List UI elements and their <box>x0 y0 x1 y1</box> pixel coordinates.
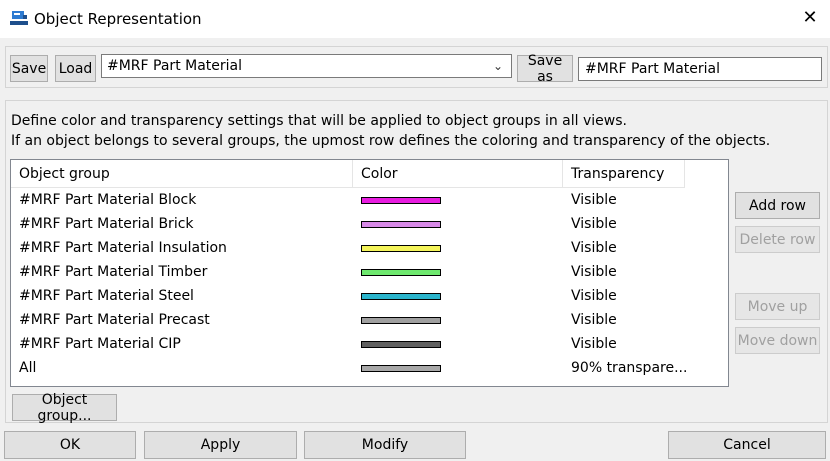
cancel-button[interactable]: Cancel <box>668 431 826 459</box>
color-swatch[interactable] <box>361 317 441 324</box>
add-row-button[interactable]: Add row <box>735 192 820 219</box>
object-group-button[interactable]: Object group... <box>12 392 117 424</box>
description-line-1: Define color and transparency settings t… <box>11 113 627 129</box>
chevron-down-icon[interactable]: ⌄ <box>491 55 505 77</box>
save-button[interactable]: Save <box>10 55 48 82</box>
load-button[interactable]: Load <box>55 55 96 82</box>
column-header-color[interactable]: Color <box>353 160 563 188</box>
move-up-button[interactable]: Move up <box>735 293 820 320</box>
transparency-cell[interactable]: Visible <box>571 284 617 308</box>
table-row[interactable]: #MRF Part Material Block Visible <box>11 188 728 212</box>
color-swatch[interactable] <box>361 293 441 300</box>
object-group-table[interactable]: Object group Color Transparency #MRF Par… <box>10 159 729 387</box>
delete-row-button[interactable]: Delete row <box>735 226 820 253</box>
table-row[interactable]: #MRF Part Material Brick Visible <box>11 212 728 236</box>
settings-combo-value: #MRF Part Material <box>107 58 243 74</box>
color-swatch[interactable] <box>361 245 441 252</box>
settings-combo[interactable]: #MRF Part Material ⌄ <box>101 54 512 78</box>
color-swatch[interactable] <box>361 221 441 228</box>
color-swatch[interactable] <box>361 341 441 348</box>
object-group-cell: #MRF Part Material CIP <box>19 336 181 352</box>
column-header-transparency[interactable]: Transparency <box>563 160 685 188</box>
table-row[interactable]: All 90% transpare... <box>11 356 728 380</box>
table-row[interactable]: #MRF Part Material CIP Visible <box>11 332 728 356</box>
table-row[interactable]: #MRF Part Material Timber Visible <box>11 260 728 284</box>
save-as-button[interactable]: Save as <box>517 53 573 85</box>
object-group-cell: #MRF Part Material Block <box>19 192 197 208</box>
transparency-cell[interactable]: Visible <box>571 260 617 284</box>
object-group-cell: #MRF Part Material Insulation <box>19 240 227 256</box>
transparency-cell[interactable]: Visible <box>571 308 617 332</box>
app-logo-icon <box>10 10 28 26</box>
transparency-cell[interactable]: Visible <box>571 332 617 356</box>
object-group-cell: #MRF Part Material Precast <box>19 312 210 328</box>
description-line-2: If an object belongs to several groups, … <box>11 133 771 149</box>
transparency-cell[interactable]: Visible <box>571 236 617 260</box>
close-icon[interactable]: ✕ <box>800 8 820 28</box>
save-as-field[interactable]: #MRF Part Material <box>578 57 822 81</box>
table-row[interactable]: #MRF Part Material Precast Visible <box>11 308 728 332</box>
ok-button[interactable]: OK <box>4 431 136 459</box>
color-swatch[interactable] <box>361 269 441 276</box>
column-header-object-group[interactable]: Object group <box>11 160 353 188</box>
table-row[interactable]: #MRF Part Material Steel Visible <box>11 284 728 308</box>
object-group-cell: #MRF Part Material Timber <box>19 264 208 280</box>
title-bar: Object Representation ✕ <box>0 0 830 38</box>
apply-button[interactable]: Apply <box>144 431 297 459</box>
transparency-cell[interactable]: 90% transpare... <box>571 356 687 380</box>
object-group-cell: #MRF Part Material Brick <box>19 216 194 232</box>
transparency-cell[interactable]: Visible <box>571 188 617 212</box>
move-down-button[interactable]: Move down <box>735 327 820 354</box>
object-group-cell: #MRF Part Material Steel <box>19 288 194 304</box>
transparency-cell[interactable]: Visible <box>571 212 617 236</box>
color-swatch[interactable] <box>361 197 441 204</box>
color-swatch[interactable] <box>361 365 441 372</box>
modify-button[interactable]: Modify <box>304 431 466 459</box>
window-title: Object Representation <box>34 10 202 28</box>
object-group-cell: All <box>19 360 37 376</box>
table-row[interactable]: #MRF Part Material Insulation Visible <box>11 236 728 260</box>
